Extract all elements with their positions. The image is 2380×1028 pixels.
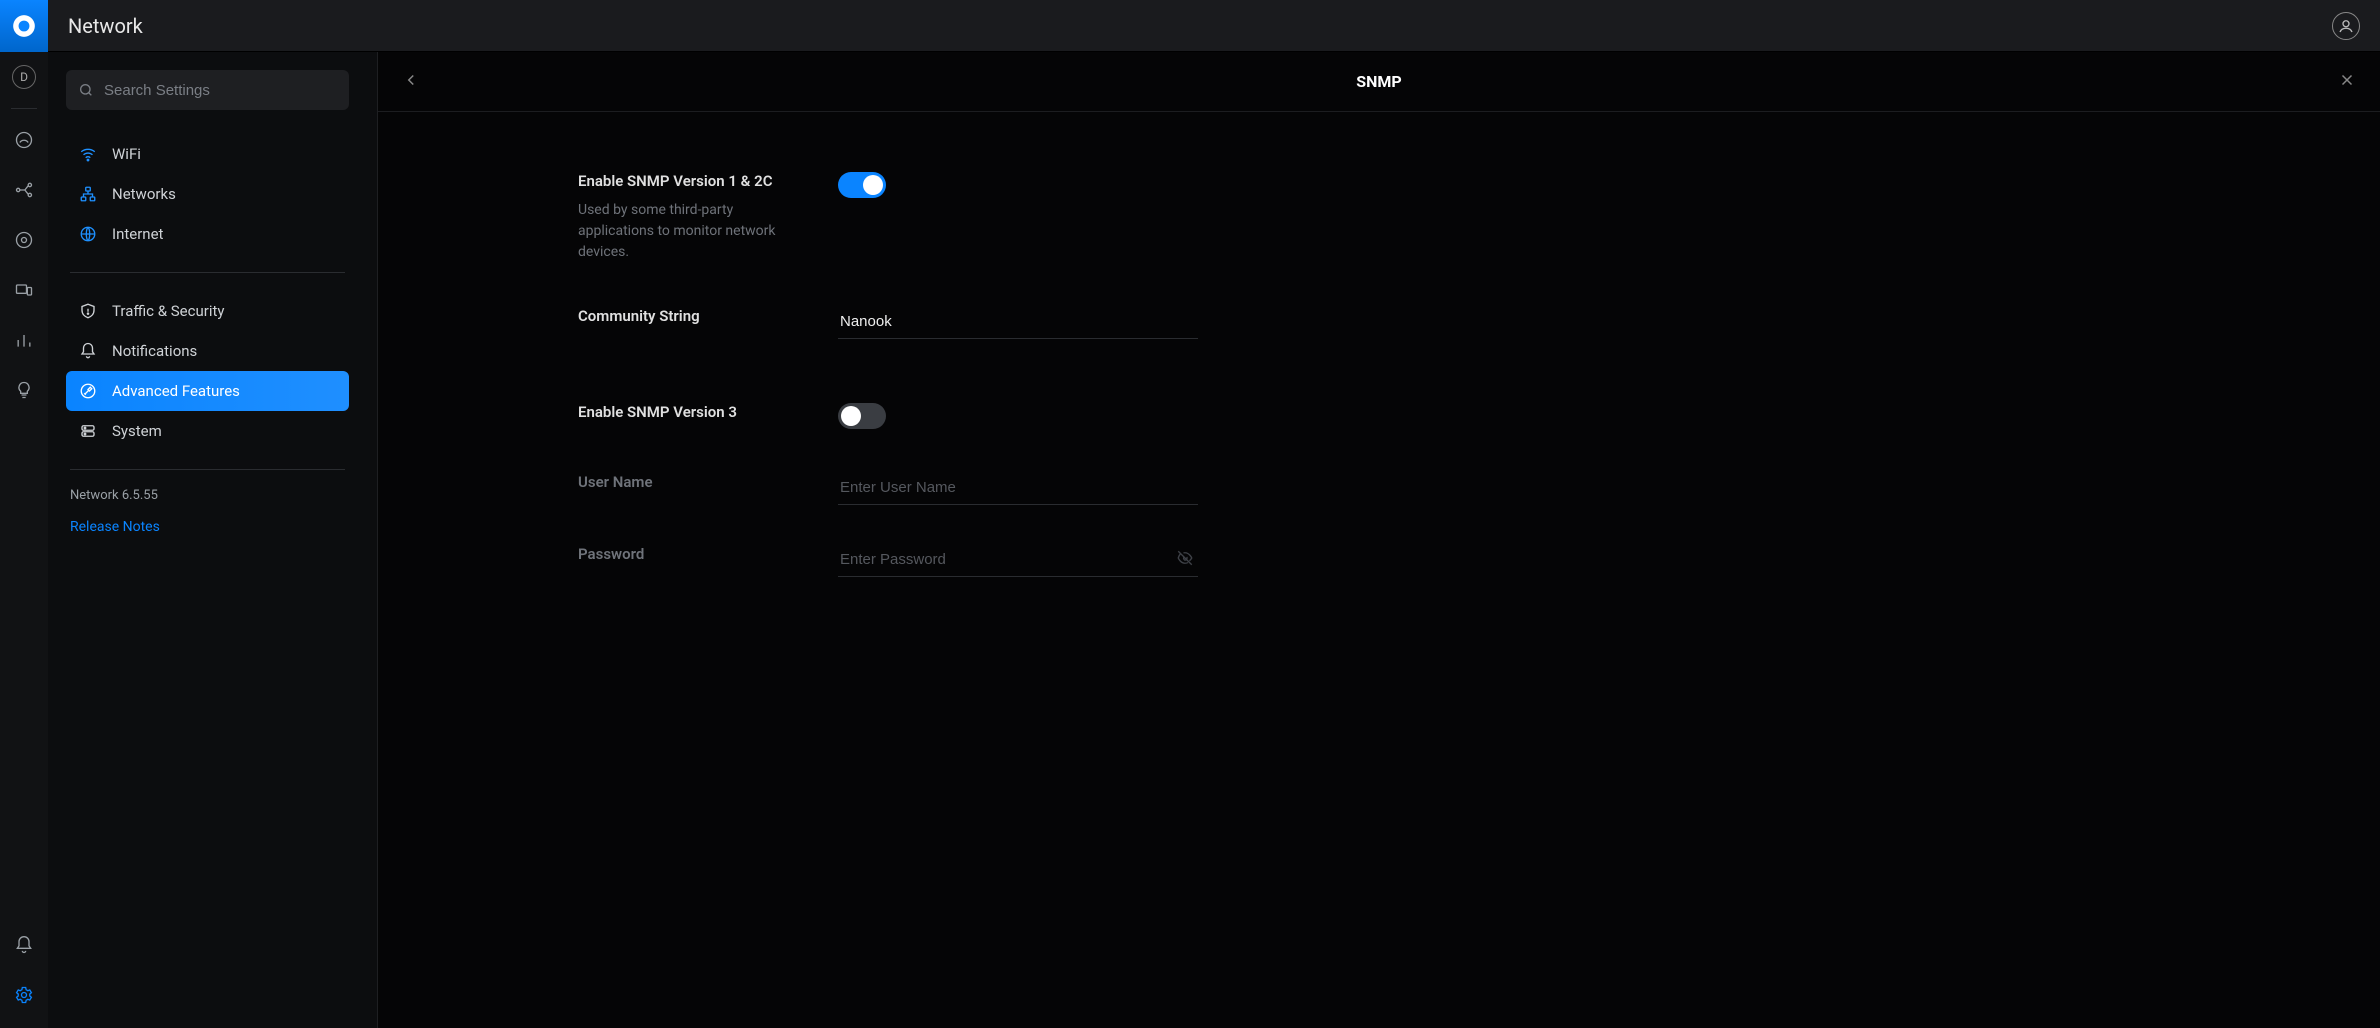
lightbulb-icon — [14, 380, 34, 400]
tools-icon — [78, 382, 98, 400]
password-visibility-toggle[interactable] — [1176, 549, 1194, 571]
rail-stats-icon[interactable] — [0, 315, 48, 365]
gauge-icon — [14, 130, 34, 150]
rail-divider — [11, 108, 37, 109]
nav-divider — [70, 469, 345, 470]
eye-off-icon — [1176, 549, 1194, 567]
detail-panel: SNMP Enable SNMP Version 1 & 2C Used by … — [378, 52, 2380, 1028]
bar-chart-icon — [14, 330, 34, 350]
search-box[interactable] — [66, 70, 349, 110]
username-label: User Name — [578, 473, 814, 491]
sidebar-item-label: Traffic & Security — [112, 302, 225, 320]
sidebar-item-notifications[interactable]: Notifications — [66, 331, 349, 371]
devices-icon — [14, 280, 34, 300]
server-icon — [78, 422, 98, 440]
close-icon — [2338, 71, 2356, 89]
chevron-left-icon — [402, 71, 420, 89]
rail-notifications-icon[interactable] — [0, 920, 48, 970]
user-avatar[interactable] — [2332, 12, 2360, 40]
snmp3-label: Enable SNMP Version 3 — [578, 403, 814, 421]
bell-icon — [78, 342, 98, 360]
rail-topology-icon[interactable] — [0, 165, 48, 215]
wifi-icon — [78, 145, 98, 163]
sidebar-item-label: Advanced Features — [112, 382, 240, 400]
rail-insights-icon[interactable] — [0, 365, 48, 415]
back-button[interactable] — [402, 71, 426, 93]
ubiquiti-logo-icon — [11, 13, 37, 39]
password-input[interactable] — [838, 545, 1198, 577]
release-notes-link[interactable]: Release Notes — [70, 519, 160, 535]
password-label: Password — [578, 545, 814, 563]
sidebar-item-label: System — [112, 422, 162, 440]
rail-site-badge[interactable]: D — [0, 52, 48, 102]
network-icon — [78, 185, 98, 203]
snmp12-description: Used by some third-party applications to… — [578, 200, 798, 263]
detail-header: SNMP — [378, 52, 2380, 112]
top-bar: Network — [48, 0, 2380, 52]
snmp3-toggle[interactable] — [838, 403, 886, 429]
rail-clients-icon[interactable] — [0, 265, 48, 315]
sidebar-item-traffic-security[interactable]: Traffic & Security — [66, 291, 349, 331]
search-icon — [78, 82, 94, 98]
site-letter-badge: D — [12, 65, 36, 89]
bell-icon — [14, 935, 34, 955]
close-button[interactable] — [2332, 71, 2356, 93]
sidebar-item-advanced-features[interactable]: Advanced Features — [66, 371, 349, 411]
app-icon-rail: D — [0, 0, 48, 1028]
topology-icon — [14, 180, 34, 200]
gear-icon — [14, 985, 34, 1005]
page-title: Network — [68, 14, 143, 38]
sidebar-item-internet[interactable]: Internet — [66, 214, 349, 254]
sidebar-item-label: Internet — [112, 225, 163, 243]
sidebar-item-networks[interactable]: Networks — [66, 174, 349, 214]
community-string-label: Community String — [578, 307, 814, 325]
globe-icon — [78, 225, 98, 243]
shield-icon — [78, 302, 98, 320]
snmp12-toggle[interactable] — [838, 172, 886, 198]
nav-divider — [70, 272, 345, 273]
username-input[interactable] — [838, 473, 1198, 505]
rail-dashboard-icon[interactable] — [0, 115, 48, 165]
user-icon — [2337, 17, 2355, 35]
sidebar-item-label: WiFi — [112, 145, 141, 163]
sidebar-item-label: Networks — [112, 185, 176, 203]
brand-logo[interactable] — [0, 0, 48, 52]
sidebar-item-wifi[interactable]: WiFi — [66, 134, 349, 174]
record-circle-icon — [14, 230, 34, 250]
community-string-input[interactable] — [838, 307, 1198, 339]
rail-devices-icon[interactable] — [0, 215, 48, 265]
version-text: Network 6.5.55 — [70, 488, 345, 503]
detail-title: SNMP — [378, 72, 2380, 91]
sidebar-item-label: Notifications — [112, 342, 197, 360]
settings-sidebar: WiFi Networks Internet Traffic & Securit… — [48, 52, 378, 1028]
sidebar-item-system[interactable]: System — [66, 411, 349, 451]
snmp12-label: Enable SNMP Version 1 & 2C — [578, 172, 814, 190]
search-input[interactable] — [104, 82, 337, 99]
rail-settings-icon[interactable] — [0, 970, 48, 1020]
